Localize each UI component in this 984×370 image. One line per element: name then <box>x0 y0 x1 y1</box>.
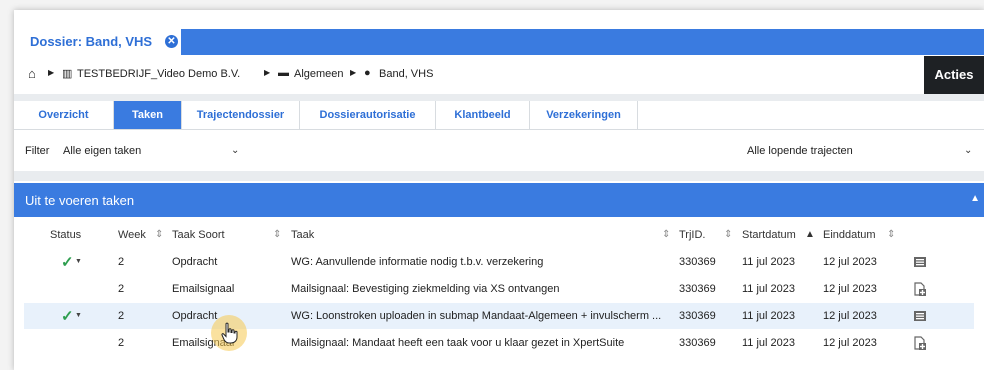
building-icon: ▥ <box>62 68 73 80</box>
cell-week: 2 <box>118 310 125 322</box>
breadcrumb-item-algemeen[interactable]: Algemeen <box>294 68 344 80</box>
chevron-right-icon: ▶ <box>264 68 271 77</box>
cell-einddatum: 12 jul 2023 <box>823 310 877 322</box>
home-icon[interactable]: ⌂ <box>28 66 36 81</box>
filter-select[interactable]: Alle eigen taken <box>63 140 141 162</box>
actions-button[interactable]: Acties <box>924 56 984 94</box>
list-icon[interactable] <box>913 309 927 323</box>
column-header-taak-soort[interactable]: Taak Soort <box>172 229 225 241</box>
dossier-title: Dossier: Band, VHS <box>30 34 153 49</box>
titlebar-fill <box>181 29 984 55</box>
breadcrumb-item-company[interactable]: TESTBEDRIJF_Video Demo B.V. <box>77 68 240 80</box>
tab-dossierautorisatie[interactable]: Dossierautorisatie <box>300 101 436 129</box>
tab-bar: Overzicht Taken Trajectendossier Dossier… <box>14 101 984 130</box>
sort-icon[interactable]: ⇕ <box>662 229 670 240</box>
close-icon[interactable]: ✕ <box>165 35 178 48</box>
chevron-down-icon[interactable]: ⌄ <box>964 145 972 156</box>
column-header-startdatum[interactable]: Startdatum <box>742 229 796 241</box>
tab-overzicht[interactable]: Overzicht <box>14 101 114 129</box>
cell-trjid: 330369 <box>679 337 716 349</box>
sort-ascending-icon[interactable]: ▲ <box>805 229 815 240</box>
section-header[interactable]: Uit te voeren taken ▲ <box>14 183 984 217</box>
cell-einddatum: 12 jul 2023 <box>823 256 877 268</box>
document-add-icon[interactable] <box>913 282 927 296</box>
cell-week: 2 <box>118 256 125 268</box>
tab-trajectendossier[interactable]: Trajectendossier <box>182 101 300 129</box>
briefcase-icon: ▬ <box>278 67 289 79</box>
check-icon[interactable]: ✓ <box>61 253 74 271</box>
cell-taak-soort: Opdracht <box>172 310 218 322</box>
table-row[interactable]: 2 Emailsignaal Mailsignaal: Mandaat heef… <box>24 330 974 356</box>
cell-trjid: 330369 <box>679 256 716 268</box>
cell-startdatum: 11 jul 2023 <box>742 256 796 268</box>
tab-taken[interactable]: Taken <box>114 101 182 129</box>
tab-strip-spacer <box>14 94 984 101</box>
breadcrumb: ⌂ ▶ ▥ TESTBEDRIJF_Video Demo B.V. ▶ ▬ Al… <box>14 56 984 86</box>
hand-cursor-icon <box>221 322 238 344</box>
filter-label: Filter <box>25 145 50 157</box>
column-header-einddatum[interactable]: Einddatum <box>823 229 876 241</box>
cell-taak[interactable]: WG: Aanvullende informatie nodig t.b.v. … <box>291 256 543 268</box>
list-icon[interactable] <box>913 255 927 269</box>
cell-startdatum: 11 jul 2023 <box>742 337 796 349</box>
cell-einddatum: 12 jul 2023 <box>823 337 877 349</box>
dossier-panel: Dossier: Band, VHS ✕ ⌂ ▶ ▥ TESTBEDRIJF_V… <box>14 10 984 370</box>
table-row[interactable]: 2 Emailsignaal Mailsignaal: Bevestiging … <box>24 276 974 302</box>
tab-klantbeeld[interactable]: Klantbeeld <box>436 101 530 129</box>
cell-trjid: 330369 <box>679 310 716 322</box>
cell-taak[interactable]: Mailsignaal: Mandaat heeft een taak voor… <box>291 337 624 349</box>
sort-icon[interactable]: ⇕ <box>273 229 281 240</box>
document-add-icon[interactable] <box>913 336 927 350</box>
section-title: Uit te voeren taken <box>25 193 135 208</box>
cell-startdatum: 11 jul 2023 <box>742 283 796 295</box>
check-icon[interactable]: ✓ <box>61 307 74 325</box>
chevron-down-icon[interactable]: ▼ <box>75 258 82 265</box>
cell-week: 2 <box>118 337 125 349</box>
sort-icon[interactable]: ⇕ <box>724 229 732 240</box>
chevron-right-icon: ▶ <box>48 68 55 77</box>
column-header-taak[interactable]: Taak <box>291 229 314 241</box>
column-header-status[interactable]: Status <box>50 229 81 241</box>
user-icon: ● <box>364 67 371 79</box>
trajecten-select[interactable]: Alle lopende trajecten <box>747 140 853 162</box>
column-header-trjid[interactable]: TrjID. <box>679 229 705 241</box>
cell-taak[interactable]: Mailsignaal: Bevestiging ziekmelding via… <box>291 283 559 295</box>
breadcrumb-item-client[interactable]: Band, VHS <box>379 68 433 80</box>
cell-startdatum: 11 jul 2023 <box>742 310 796 322</box>
tab-verzekeringen[interactable]: Verzekeringen <box>530 101 638 129</box>
cell-taak[interactable]: WG: Loonstroken uploaden in submap Manda… <box>291 310 661 322</box>
sort-icon[interactable]: ⇕ <box>155 229 163 240</box>
column-header-week[interactable]: Week <box>118 229 146 241</box>
chevron-down-icon[interactable]: ⌄ <box>231 145 239 156</box>
cell-taak-soort: Emailsignaal <box>172 283 235 295</box>
sort-icon[interactable]: ⇕ <box>887 229 895 240</box>
cell-taak-soort: Opdracht <box>172 256 218 268</box>
cell-einddatum: 12 jul 2023 <box>823 283 877 295</box>
table-row[interactable]: ✓ ▼ 2 Opdracht WG: Loonstroken uploaden … <box>24 303 974 329</box>
chevron-down-icon[interactable]: ▼ <box>75 312 82 319</box>
chevron-up-icon[interactable]: ▲ <box>970 193 980 204</box>
cell-week: 2 <box>118 283 125 295</box>
cell-trjid: 330369 <box>679 283 716 295</box>
filter-row: Filter Alle eigen taken ⌄ Alle lopende t… <box>14 140 984 162</box>
chevron-right-icon: ▶ <box>350 68 357 77</box>
section-spacer <box>14 171 984 181</box>
table-row[interactable]: ✓ ▼ 2 Opdracht WG: Aanvullende informati… <box>24 249 974 275</box>
dossier-title-tab[interactable]: Dossier: Band, VHS ✕ <box>14 29 181 55</box>
dossier-titlebar: Dossier: Band, VHS ✕ <box>14 29 984 55</box>
